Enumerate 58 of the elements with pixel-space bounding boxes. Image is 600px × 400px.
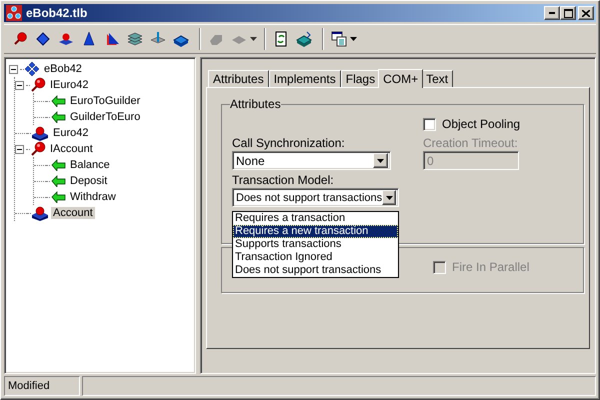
method-arrow-icon bbox=[50, 175, 66, 187]
method-arrow-icon bbox=[50, 95, 66, 107]
collapse-icon[interactable] bbox=[15, 80, 24, 90]
minimize-button[interactable] bbox=[544, 6, 560, 20]
dropdown-arrow-icon bbox=[350, 37, 357, 41]
window-title: eBob42.tlb bbox=[26, 6, 88, 20]
tree-node[interactable]: GuilderToEuro bbox=[68, 111, 142, 123]
refresh-document-icon bbox=[273, 31, 289, 47]
tab[interactable]: Flags bbox=[340, 70, 380, 87]
field-label: Call Synchronization: bbox=[232, 137, 346, 150]
diamonds-icon bbox=[24, 62, 40, 76]
field-label: Creation Timeout: bbox=[423, 137, 519, 150]
cone-icon bbox=[81, 31, 97, 47]
tab[interactable]: Implements bbox=[268, 70, 341, 87]
transaction-model-dropdown[interactable]: Does not support transactions bbox=[232, 188, 399, 207]
ball-on-base-icon bbox=[31, 125, 49, 141]
maximize-button[interactable] bbox=[560, 6, 576, 20]
ball-on-base-icon bbox=[58, 31, 74, 47]
tree-node[interactable]: Withdraw bbox=[68, 191, 118, 203]
pushpin-icon bbox=[30, 77, 46, 93]
collapse-icon[interactable] bbox=[9, 64, 18, 74]
tree-node[interactable]: Deposit bbox=[68, 175, 110, 187]
dropdown-option[interactable]: Requires a new transaction bbox=[233, 225, 398, 238]
maximize-icon bbox=[564, 8, 572, 18]
pushpin-icon bbox=[12, 31, 28, 47]
tree-node[interactable]: IAccount bbox=[48, 143, 95, 155]
method-arrow-icon bbox=[50, 159, 66, 171]
close-icon bbox=[582, 10, 590, 16]
collapse-icon[interactable] bbox=[15, 144, 24, 154]
tab[interactable]: Text bbox=[421, 70, 454, 87]
tab[interactable]: Attributes bbox=[208, 70, 269, 87]
field-label: Transaction Model: bbox=[232, 174, 335, 187]
package-icon bbox=[296, 31, 312, 47]
object-pooling-checkbox[interactable]: Object Pooling bbox=[423, 117, 571, 131]
method-arrow-icon bbox=[50, 111, 66, 123]
method-arrow-icon bbox=[50, 191, 66, 203]
ball-on-base-icon bbox=[31, 205, 49, 221]
dropdown-arrow-icon bbox=[377, 158, 384, 162]
tree-node[interactable]: EuroToGuilder bbox=[68, 95, 142, 107]
tree-node[interactable]: Euro42 bbox=[51, 127, 90, 139]
stacked-layers-icon bbox=[127, 31, 143, 47]
close-button[interactable] bbox=[578, 6, 594, 20]
call-synchronization-dropdown[interactable]: None bbox=[232, 151, 391, 170]
pushpin-icon bbox=[30, 141, 46, 157]
tree-node[interactable]: IEuro42 bbox=[48, 79, 91, 91]
tree-node[interactable]: Balance bbox=[68, 159, 112, 171]
group-title: Attributes bbox=[230, 97, 281, 111]
tree-node[interactable]: eBob42 bbox=[42, 63, 84, 75]
triangle-layers-icon bbox=[104, 31, 120, 47]
tree-node[interactable]: Account bbox=[51, 207, 95, 219]
dropdown-arrow-icon bbox=[250, 37, 257, 41]
status-text: Modified bbox=[4, 376, 80, 396]
tab[interactable]: COM+ bbox=[378, 69, 424, 88]
minimize-icon bbox=[549, 12, 555, 14]
diamond-icon bbox=[35, 31, 51, 47]
dropdown-arrow-icon bbox=[386, 196, 393, 200]
app-icon bbox=[6, 5, 22, 21]
windows-list-icon bbox=[331, 31, 347, 47]
